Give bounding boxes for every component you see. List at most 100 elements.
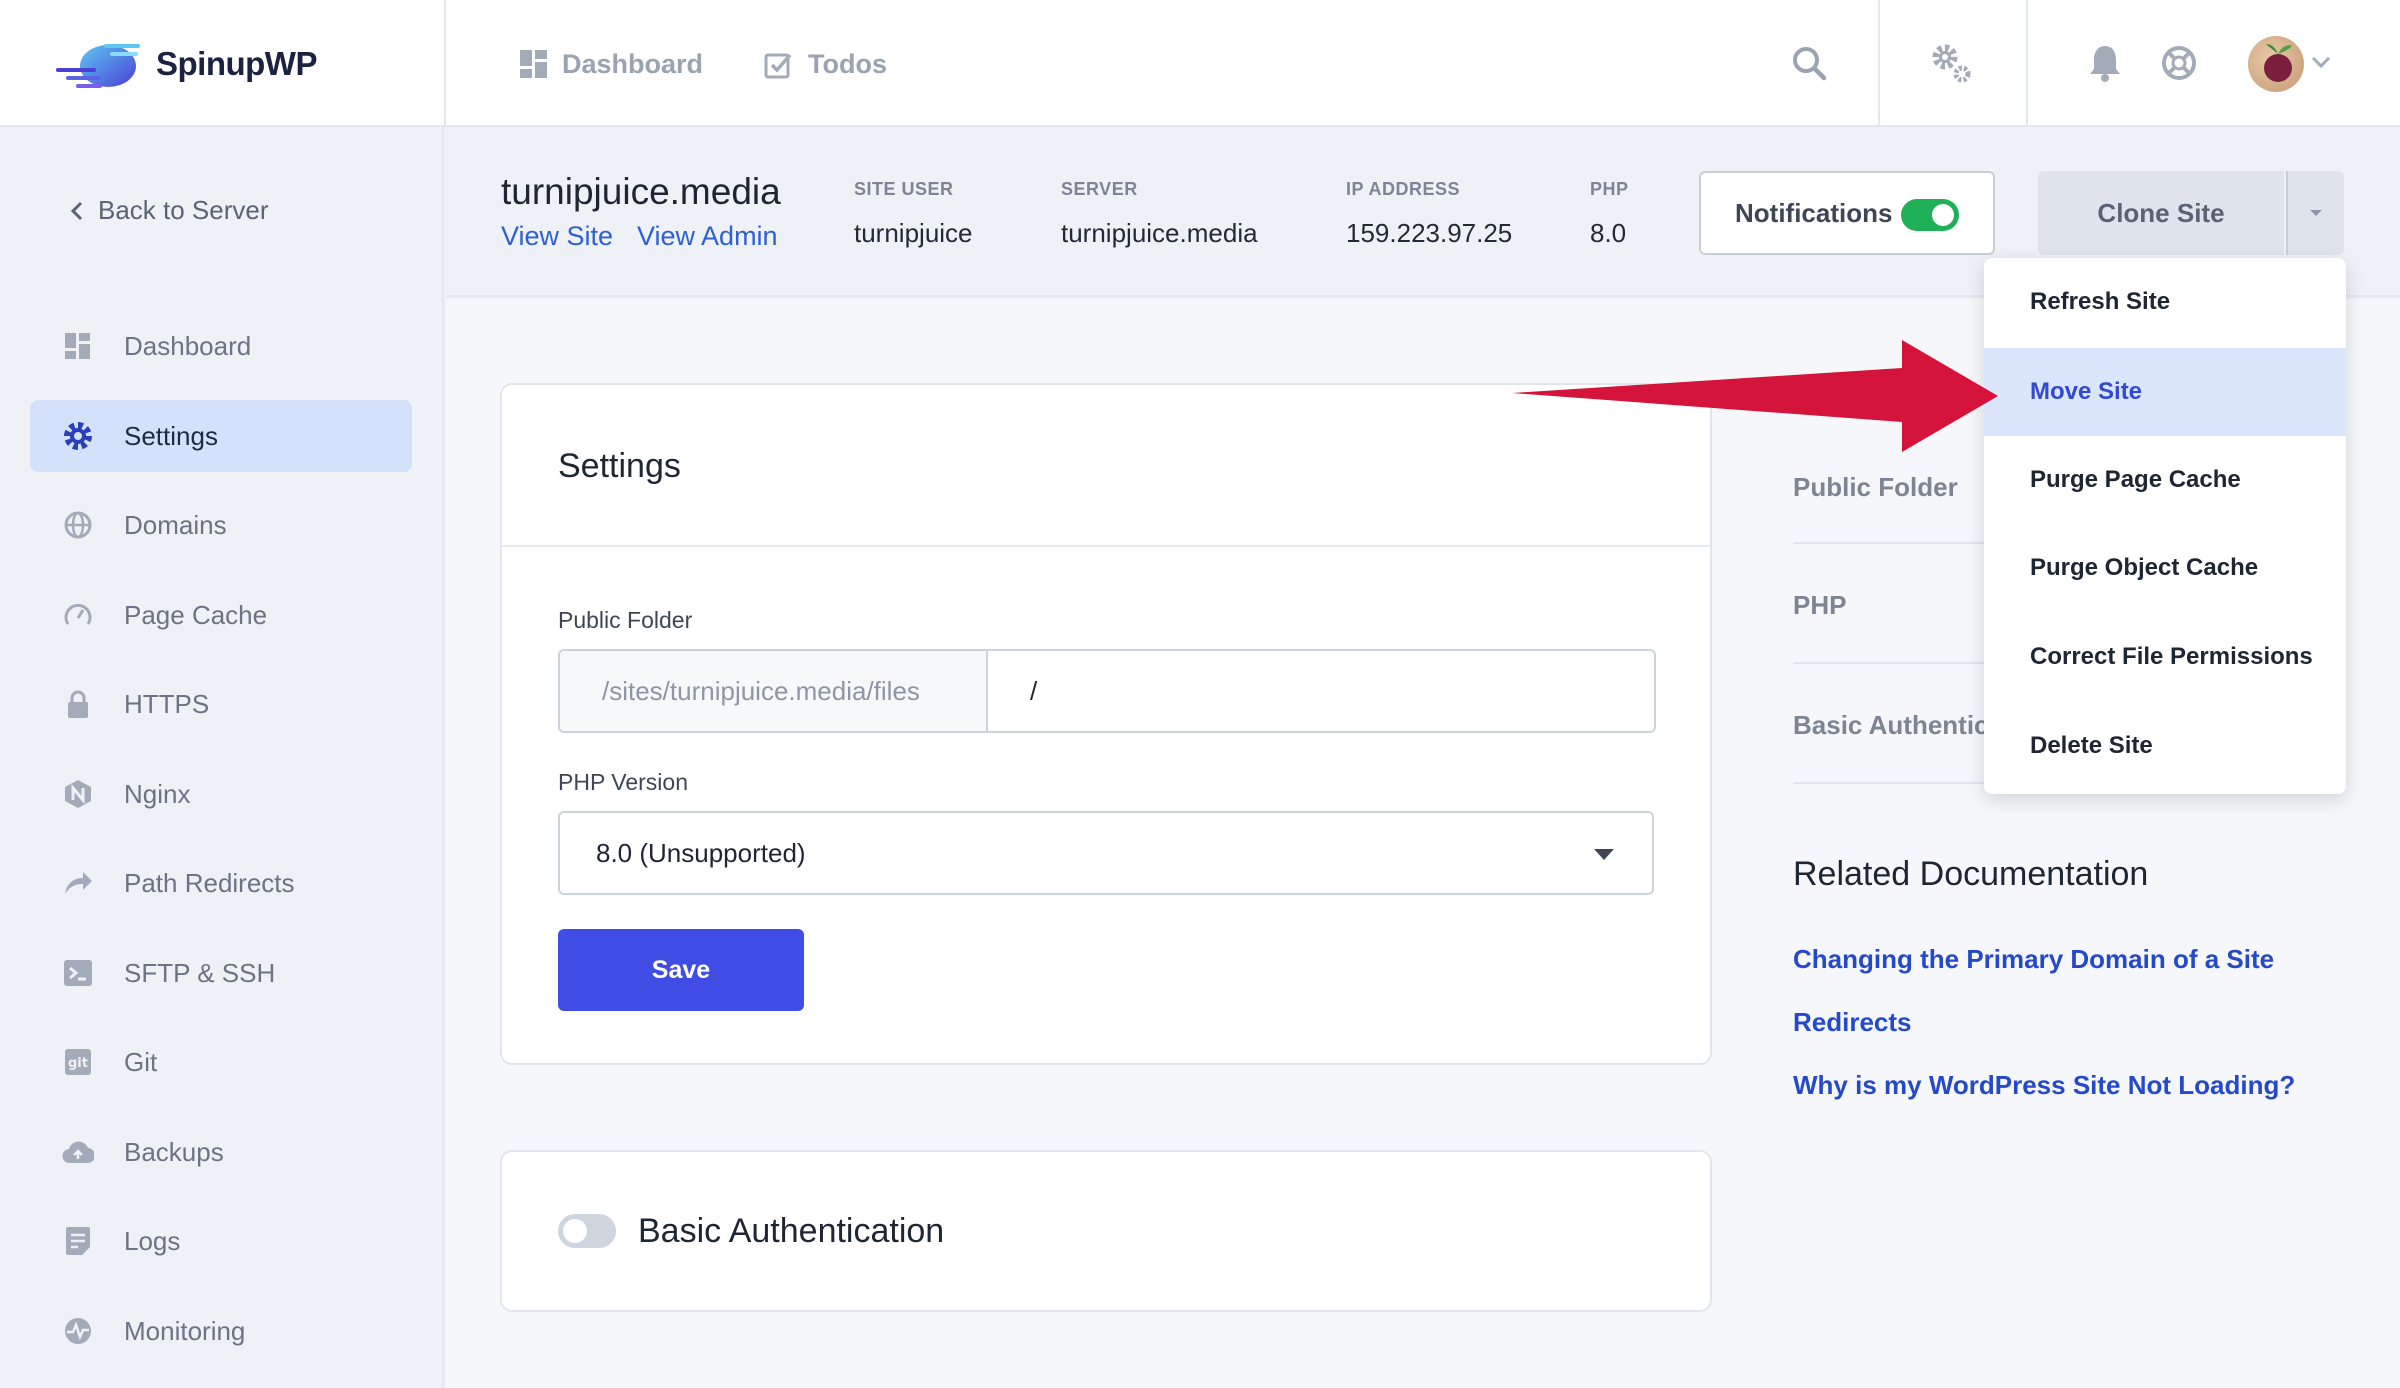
search-button[interactable] (1786, 40, 1832, 86)
server-label: SERVER (1061, 179, 1138, 199)
public-folder-label: Public Folder (558, 607, 693, 633)
site-actions-dropdown-toggle[interactable] (2286, 171, 2344, 255)
svg-text:git: git (68, 1056, 88, 1071)
sidebar-item-label: SFTP & SSH (124, 957, 276, 988)
gear-icon (62, 420, 94, 452)
toc-item-public-folder[interactable]: Public Folder (1793, 472, 1958, 503)
menu-item-move-site[interactable]: Move Site (1984, 348, 2346, 436)
user-avatar-icon (2264, 44, 2292, 82)
account-menu-toggle[interactable] (2310, 54, 2332, 75)
menu-item-refresh-site[interactable]: Refresh Site (1984, 258, 2346, 346)
ip-address-value: 159.223.97.25 (1346, 218, 1513, 248)
lock-icon (62, 688, 94, 720)
app-name: SpinupWP (156, 45, 317, 82)
bell-icon (2090, 46, 2120, 82)
logo-mark-icon (56, 44, 140, 88)
toc-item-php[interactable]: PHP (1793, 590, 1846, 621)
sidebar-item-label: Backups (124, 1136, 224, 1167)
todos-icon (764, 53, 792, 79)
log-icon (62, 1225, 94, 1257)
git-icon: git (62, 1046, 94, 1078)
php-value: 8.0 (1590, 218, 1627, 248)
sidebar-item-label: Monitoring (124, 1315, 246, 1346)
sidebar-item-label: Domains (124, 509, 227, 540)
clone-site-button[interactable]: Clone Site (2038, 171, 2284, 255)
basic-auth-card: Basic Authentication (500, 1150, 1712, 1312)
sidebar-item-sftp-ssh[interactable]: SFTP & SSH (30, 937, 412, 1009)
php-version-select[interactable]: 8.0 (Unsupported) (558, 811, 1654, 895)
dashboard-icon (62, 330, 94, 362)
php-version-value: 8.0 (Unsupported) (596, 837, 806, 868)
topnav-todos-label: Todos (808, 48, 887, 79)
menu-item-correct-file-permissions[interactable]: Correct File Permissions (1984, 613, 2346, 701)
notifications-label: Notifications (1735, 197, 1893, 228)
avatar[interactable] (2248, 36, 2304, 92)
dashboard-icon (520, 50, 547, 78)
view-admin-link[interactable]: View Admin (637, 221, 778, 252)
sidebar-item-monitoring[interactable]: Monitoring (30, 1295, 412, 1367)
sidebar-item-label: Settings (124, 420, 218, 451)
notifications-bell-button[interactable] (2082, 40, 2128, 86)
public-folder-input-group: /sites/turnipjuice.media/files / (558, 649, 1656, 733)
sidebar-item-label: Nginx (124, 778, 191, 809)
redirect-icon (62, 867, 94, 899)
toc-item-basic-auth[interactable]: Basic Authentic (1793, 710, 1989, 741)
topnav-dashboard[interactable]: Dashboard (520, 42, 703, 86)
basic-auth-toggle[interactable] (558, 1214, 616, 1248)
menu-item-purge-page-cache[interactable]: Purge Page Cache (1984, 436, 2346, 524)
site-actions-dropdown: Refresh Site Move Site Purge Page Cache … (1984, 258, 2346, 794)
caret-down-icon (2310, 210, 2322, 216)
server-value: turnipjuice.media (1061, 218, 1258, 248)
settings-card-title: Settings (558, 447, 681, 485)
sidebar-item-page-cache[interactable]: Page Cache (30, 579, 412, 651)
sidebar-item-label: Dashboard (124, 330, 252, 361)
gauge-icon (62, 599, 94, 631)
public-folder-prefix: /sites/turnipjuice.media/files (560, 651, 988, 731)
annotation-arrow-icon (1512, 340, 1998, 452)
public-folder-input[interactable]: / (988, 651, 1654, 731)
chevron-left-icon (70, 201, 83, 220)
terminal-icon (62, 957, 94, 989)
menu-item-purge-object-cache[interactable]: Purge Object Cache (1984, 524, 2346, 612)
doc-link[interactable]: Why is my WordPress Site Not Loading? (1793, 1070, 2295, 1101)
sidebar-item-settings[interactable]: Settings (30, 400, 412, 472)
notifications-toggle-button[interactable]: Notifications (1699, 171, 1995, 255)
server-settings-button[interactable] (1928, 40, 1974, 86)
save-button[interactable]: Save (558, 929, 804, 1011)
sidebar-item-nginx[interactable]: Nginx (30, 758, 412, 830)
sidebar-item-dashboard[interactable]: Dashboard (30, 310, 412, 382)
notifications-toggle[interactable] (1901, 199, 1959, 231)
back-to-server-link[interactable]: Back to Server (70, 195, 269, 226)
sidebar-item-label: Path Redirects (124, 867, 295, 898)
search-icon (1793, 47, 1827, 81)
card-divider (502, 545, 1710, 547)
menu-item-delete-site[interactable]: Delete Site (1984, 702, 2346, 790)
view-site-link[interactable]: View Site (501, 221, 613, 252)
lifebuoy-icon (2162, 46, 2196, 80)
sidebar-item-domains[interactable]: Domains (30, 489, 412, 561)
basic-auth-title: Basic Authentication (638, 1212, 945, 1250)
ip-address-label: IP ADDRESS (1346, 179, 1461, 199)
site-user-label: SITE USER (854, 179, 954, 199)
globe-icon (62, 509, 94, 541)
site-title: turnipjuice.media (501, 171, 781, 212)
topnav-todos[interactable]: Todos (764, 42, 887, 86)
doc-link[interactable]: Redirects (1793, 1007, 1912, 1038)
doc-link[interactable]: Changing the Primary Domain of a Site (1793, 944, 2274, 975)
help-button[interactable] (2156, 40, 2202, 86)
topbar-divider (2026, 0, 2028, 127)
sidebar-item-label: Logs (124, 1225, 181, 1256)
sidebar-item-https[interactable]: HTTPS (30, 668, 412, 740)
spinupwp-logo[interactable]: SpinupWP (52, 36, 317, 92)
sidebar-item-path-redirects[interactable]: Path Redirects (30, 847, 412, 919)
sidebar-item-git[interactable]: git Git (30, 1026, 412, 1098)
caret-down-icon (1594, 849, 1614, 860)
sidebar-item-logs[interactable]: Logs (30, 1205, 412, 1277)
sidebar-item-backups[interactable]: Backups (30, 1116, 412, 1188)
php-version-label: PHP Version (558, 769, 688, 795)
site-user-value: turnipjuice (854, 218, 973, 248)
cloud-upload-icon (62, 1136, 94, 1168)
topbar-divider (1878, 0, 1880, 127)
sidebar-item-label: Git (124, 1046, 158, 1077)
sidebar: Back to Server Dashboard Settings Domain… (0, 127, 444, 1388)
